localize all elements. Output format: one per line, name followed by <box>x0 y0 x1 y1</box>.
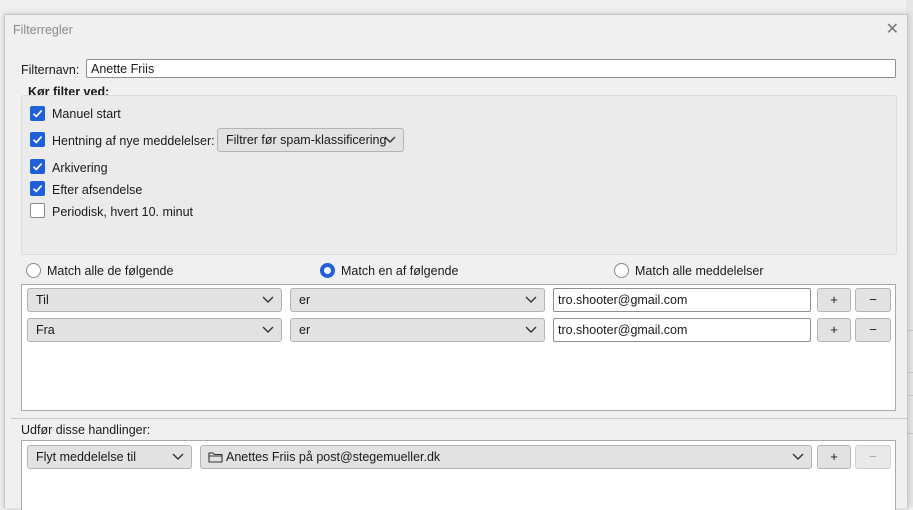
archiving-label: Arkivering <box>52 161 108 175</box>
match-all-radio[interactable] <box>26 263 41 278</box>
rule-operator-value: er <box>299 323 311 337</box>
archiving-checkbox[interactable] <box>30 159 45 174</box>
action-type-select[interactable]: Flyt meddelelse til <box>27 445 192 469</box>
action-target-folder-select[interactable]: Anettes Friis på post@stegemueller.dk <box>200 445 812 469</box>
rule-field-select[interactable]: Til <box>27 288 282 312</box>
rule-field-value: Fra <box>36 323 55 337</box>
match-any-radio[interactable] <box>320 263 335 278</box>
remove-action-button: − <box>855 445 891 469</box>
filter-name-label: Filternavn: <box>21 63 80 77</box>
run-filter-group <box>21 95 897 255</box>
chevron-down-icon <box>172 453 184 460</box>
new-mail-checkbox[interactable] <box>30 132 45 147</box>
filter-rules-dialog: Filterregler ✕ Filternavn: Kør filter ve… <box>4 14 908 510</box>
action-type-value: Flyt meddelelse til <box>36 450 137 464</box>
dialog-title: Filterregler <box>13 23 73 37</box>
chevron-down-icon <box>525 296 537 303</box>
chevron-down-icon <box>525 326 537 333</box>
chevron-down-icon <box>262 296 274 303</box>
chevron-down-icon <box>262 326 274 333</box>
rule-value-input[interactable] <box>553 318 811 342</box>
periodic-checkbox[interactable] <box>30 203 45 218</box>
filter-name-input[interactable] <box>86 59 896 78</box>
rule-operator-select[interactable]: er <box>290 318 545 342</box>
after-send-label: Efter afsendelse <box>52 183 143 197</box>
section-separator <box>11 418 907 419</box>
checkmark-icon <box>32 185 43 193</box>
match-every-message-label: Match alle meddelelser <box>635 264 764 278</box>
folder-icon <box>208 452 223 463</box>
remove-rule-button[interactable]: − <box>855 318 891 342</box>
periodic-label: Periodisk, hvert 10. minut <box>52 205 194 219</box>
checkmark-icon <box>32 163 43 171</box>
match-any-label: Match en af følgende <box>341 264 459 278</box>
add-rule-button[interactable]: + <box>817 288 851 312</box>
close-icon[interactable]: ✕ <box>886 19 899 39</box>
remove-rule-button[interactable]: − <box>855 288 891 312</box>
new-mail-label: Hentning af nye meddelelser: <box>52 134 215 148</box>
action-target-folder-value: Anettes Friis på post@stegemueller.dk <box>226 450 441 464</box>
checkmark-icon <box>32 136 43 144</box>
after-send-checkbox[interactable] <box>30 181 45 196</box>
actions-heading: Udfør disse handlinger: <box>21 423 151 437</box>
match-every-message-radio[interactable] <box>614 263 629 278</box>
rule-operator-select[interactable]: er <box>290 288 545 312</box>
manual-start-checkbox[interactable] <box>30 106 45 121</box>
spam-timing-value: Filtrer før spam-klassificering <box>226 133 387 147</box>
chevron-down-icon <box>792 453 804 460</box>
rule-field-value: Til <box>36 293 49 307</box>
spam-timing-select[interactable]: Filtrer før spam-klassificering <box>217 128 404 152</box>
rule-value-input[interactable] <box>553 288 811 312</box>
rule-field-select[interactable]: Fra <box>27 318 282 342</box>
title-bar: Filterregler ✕ <box>5 15 907 45</box>
checkmark-icon <box>32 110 43 118</box>
match-all-label: Match alle de følgende <box>47 264 174 278</box>
manual-start-label: Manuel start <box>52 107 121 121</box>
chevron-down-icon <box>384 136 396 143</box>
add-rule-button[interactable]: + <box>817 318 851 342</box>
add-action-button[interactable]: + <box>817 445 851 469</box>
rule-operator-value: er <box>299 293 311 307</box>
